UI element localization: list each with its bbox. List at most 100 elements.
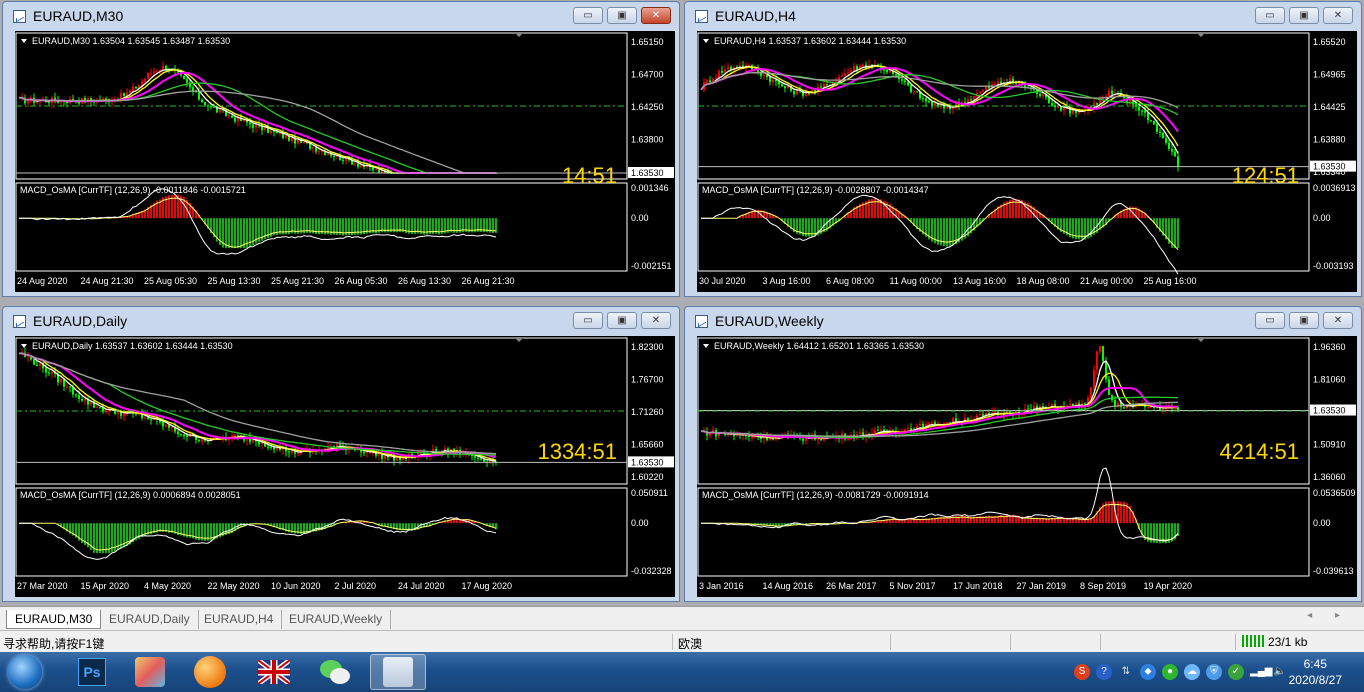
chart-shift-marker[interactable] bbox=[1197, 33, 1205, 37]
candle-body bbox=[132, 86, 134, 91]
maximize-button[interactable]: ▣ bbox=[607, 7, 637, 24]
chart-window-h4[interactable]: EURAUD,H4 ▭ ▣ ✕ 1.65520 1.64965 1.64425 1.6… bbox=[684, 1, 1362, 297]
bar-timer: 4214:51 bbox=[1219, 439, 1299, 464]
chart-area[interactable]: 1.963601.810601.658101.509101.360601.635… bbox=[697, 336, 1357, 597]
tab-scroll-arrows[interactable]: ◂ ▸ bbox=[1307, 610, 1350, 621]
candle-body bbox=[1108, 90, 1110, 97]
osma-bar bbox=[105, 523, 108, 554]
candle-body bbox=[781, 84, 783, 87]
help-icon[interactable]: ? bbox=[1096, 664, 1112, 680]
shield-icon[interactable]: ⛨ bbox=[1206, 664, 1222, 680]
system-clock[interactable]: 6:45 2020/8/27 bbox=[1289, 656, 1342, 688]
taskbar-browser[interactable] bbox=[182, 654, 238, 690]
chart-shift-marker[interactable] bbox=[515, 338, 523, 342]
wechat-tray-icon[interactable]: ● bbox=[1162, 664, 1178, 680]
current-price-label: 1.63530 bbox=[631, 457, 664, 467]
candle-body bbox=[117, 411, 119, 414]
maximize-button[interactable]: ▣ bbox=[1289, 312, 1319, 329]
time-axis-label: 15 Apr 2020 bbox=[81, 581, 130, 591]
chart-window-icon bbox=[695, 315, 708, 328]
chart-menu-arrow-icon[interactable] bbox=[703, 344, 709, 348]
candle-body bbox=[375, 169, 377, 171]
window-titlebar[interactable]: EURAUD,H4 ▭ ▣ ✕ bbox=[685, 2, 1361, 30]
close-button[interactable]: ✕ bbox=[641, 7, 671, 24]
ma-white-line bbox=[18, 352, 497, 462]
tab-euraud-weekly[interactable]: EURAUD,Weekly bbox=[281, 610, 392, 629]
maximize-button[interactable]: ▣ bbox=[1289, 7, 1319, 24]
window-titlebar[interactable]: EURAUD,Daily ▭ ▣ ✕ bbox=[3, 307, 679, 335]
chart-canvas: 1.963601.810601.658101.509101.360601.635… bbox=[697, 337, 1356, 591]
candle-body bbox=[916, 91, 918, 93]
candle-body bbox=[994, 83, 996, 85]
candle-body bbox=[820, 86, 822, 88]
chart-menu-arrow-icon[interactable] bbox=[21, 39, 27, 43]
candle-body bbox=[925, 98, 927, 102]
sogou-input-icon[interactable]: S bbox=[1074, 664, 1090, 680]
minimize-button[interactable]: ▭ bbox=[1255, 7, 1285, 24]
taskbar-wechat[interactable] bbox=[308, 654, 364, 690]
time-axis-label: 17 Jun 2018 bbox=[953, 581, 1003, 591]
chart-shift-marker[interactable] bbox=[515, 33, 523, 37]
price-axis-label: 1.64250 bbox=[631, 102, 664, 112]
cloud-icon[interactable]: ☁ bbox=[1184, 664, 1200, 680]
macd-line bbox=[701, 194, 1179, 275]
candle-body bbox=[234, 435, 236, 437]
candle-body bbox=[69, 386, 71, 388]
price-axis-label: 1.65150 bbox=[631, 37, 664, 47]
window-titlebar[interactable]: EURAUD,M30 ▭ ▣ ✕ bbox=[3, 2, 679, 30]
osma-axis-label: 0.0536509 bbox=[1313, 488, 1356, 498]
signal-line bbox=[701, 201, 1179, 251]
volume-icon[interactable]: 🔈 bbox=[1272, 664, 1288, 680]
chart-area[interactable]: 1.82300 1.76700 1.71260 1.65660 1.60220 1.635… bbox=[15, 336, 675, 597]
minimize-button[interactable]: ▭ bbox=[573, 7, 603, 24]
candle-body bbox=[321, 150, 323, 152]
pin-icon[interactable]: ⬥ bbox=[1140, 664, 1156, 680]
tab-euraud-m30[interactable]: EURAUD,M30 bbox=[6, 610, 102, 629]
candle-body bbox=[1162, 132, 1164, 139]
taskbar-metatrader[interactable] bbox=[370, 654, 426, 690]
network-icon[interactable]: ▂▄▆ bbox=[1250, 664, 1272, 680]
time-axis-label: 13 Aug 16:00 bbox=[953, 276, 1006, 286]
chart-menu-arrow-icon[interactable] bbox=[21, 344, 27, 348]
candle-body bbox=[1159, 131, 1161, 133]
wechat-icon bbox=[320, 658, 352, 686]
candle-body bbox=[186, 78, 188, 83]
chart-window-m30[interactable]: EURAUD,M30 ▭ ▣ ✕ 1.65150 1.64700 1.64250 1.… bbox=[2, 1, 680, 297]
chart-window-weekly[interactable]: EURAUD,Weekly ▭ ▣ ✕ 1.963601.810601.6581… bbox=[684, 306, 1362, 602]
close-button[interactable]: ✕ bbox=[1323, 312, 1353, 329]
candle-body bbox=[922, 98, 924, 100]
minimize-button[interactable]: ▭ bbox=[1255, 312, 1285, 329]
taskbar-uk-flag-app[interactable] bbox=[246, 654, 302, 690]
taskbar-paint[interactable] bbox=[122, 654, 178, 690]
candle-body bbox=[1111, 90, 1113, 94]
candle-body bbox=[105, 98, 107, 100]
candle-body bbox=[934, 103, 936, 106]
chart-window-daily[interactable]: EURAUD,Daily ▭ ▣ ✕ 1.82300 1.76700 1.71260… bbox=[2, 306, 680, 602]
candle-body bbox=[231, 435, 233, 437]
start-button[interactable] bbox=[2, 654, 48, 690]
tab-euraud-daily[interactable]: EURAUD,Daily bbox=[101, 610, 199, 629]
chart-area[interactable]: 1.651501.647001.642501.638001.633401.635… bbox=[15, 31, 675, 292]
candle-body bbox=[904, 80, 906, 83]
osma-axis-label: -0.032328 bbox=[631, 566, 672, 576]
close-button[interactable]: ✕ bbox=[641, 312, 671, 329]
osma-bar bbox=[237, 218, 240, 249]
security-check-icon[interactable]: ✓ bbox=[1228, 664, 1244, 680]
time-axis-label: 11 Aug 00:00 bbox=[890, 276, 942, 286]
window-titlebar[interactable]: EURAUD,Weekly ▭ ▣ ✕ bbox=[685, 307, 1361, 335]
maximize-button[interactable]: ▣ bbox=[607, 312, 637, 329]
taskbar-photoshop[interactable]: Ps bbox=[64, 654, 120, 690]
chart-shift-marker[interactable] bbox=[1197, 338, 1205, 342]
candle-body bbox=[48, 372, 50, 374]
usb-icon[interactable]: ⇅ bbox=[1118, 664, 1134, 680]
chart-area[interactable]: 1.65520 1.64965 1.64425 1.63880 1.63340 1.635… bbox=[697, 31, 1357, 292]
minimize-button[interactable]: ▭ bbox=[573, 312, 603, 329]
candle-body bbox=[1099, 346, 1101, 352]
osma-axis-label: 0.00 bbox=[1313, 213, 1331, 223]
tab-euraud-h4[interactable]: EURAUD,H4 bbox=[196, 610, 283, 629]
close-button[interactable]: ✕ bbox=[1323, 7, 1353, 24]
candle-body bbox=[769, 76, 771, 82]
osma-bar bbox=[225, 218, 228, 249]
candle-body bbox=[1027, 408, 1029, 410]
chart-menu-arrow-icon[interactable] bbox=[703, 39, 709, 43]
